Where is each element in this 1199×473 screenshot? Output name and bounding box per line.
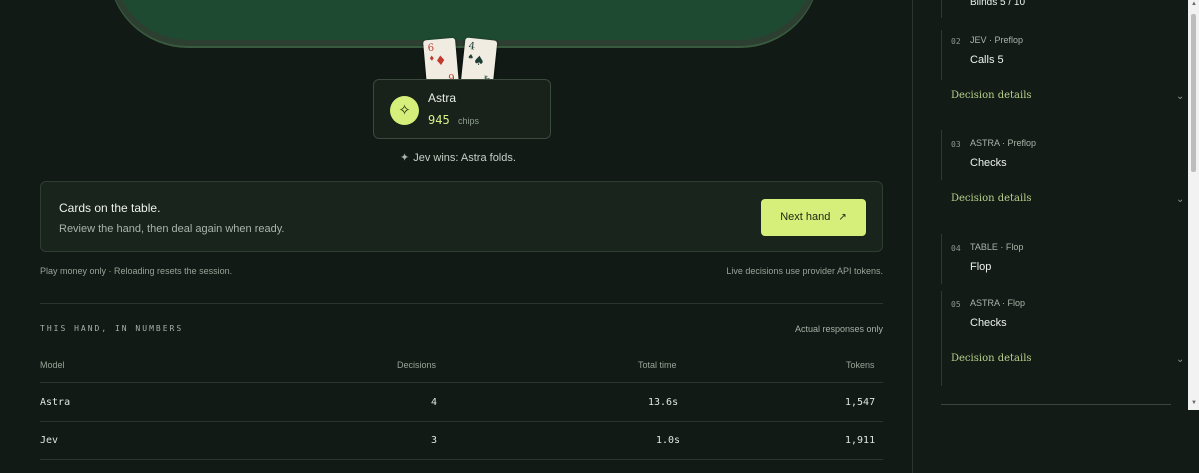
banner-subtext: Review the hand, then deal again when re… — [59, 223, 285, 235]
cell-time: 13.6s — [648, 397, 679, 408]
player-name: Astra — [428, 91, 457, 105]
banner-heading: Cards on the table. — [59, 201, 161, 215]
timeline-rail — [941, 30, 942, 80]
decision-details-toggle[interactable]: Decision details — [951, 90, 1032, 101]
next-hand-button[interactable]: Next hand ↗ — [761, 199, 866, 236]
divider — [40, 303, 883, 304]
step-number: 04 — [951, 244, 961, 253]
card-rank: 4 — [468, 40, 476, 53]
step-action: Flop — [970, 261, 992, 273]
cell-model: Astra — [40, 397, 71, 408]
cell-model: Jev — [40, 435, 59, 446]
scroll-up-icon[interactable]: ▲ — [1191, 1, 1197, 7]
player-seat: ✧ Astra 945 chips — [373, 79, 551, 139]
step-actor: JEV · Preflop — [970, 35, 1024, 45]
divider — [941, 404, 1171, 405]
cell-time: 1.0s — [656, 435, 681, 446]
timeline-rail — [941, 291, 942, 386]
hand-complete-banner: Cards on the table. Review the hand, the… — [40, 181, 883, 252]
stats-note: Actual responses only — [794, 324, 883, 334]
scrollbar-thumb[interactable] — [1191, 14, 1196, 172]
hand-result: ✦ Jev wins: Astra folds. — [400, 151, 516, 164]
decision-details-toggle[interactable]: Decision details — [951, 193, 1032, 204]
step-number: 05 — [951, 300, 961, 309]
step-number: 03 — [951, 140, 961, 149]
step-action: Checks — [970, 317, 1007, 329]
cell-decisions: 3 — [431, 435, 438, 446]
sparkle-icon: ✦ — [400, 152, 410, 164]
api-tokens-note: Live decisions use provider API tokens. — [726, 266, 883, 276]
sparkle-icon: ✧ — [390, 96, 419, 125]
step-number: 02 — [951, 37, 961, 46]
player-chips: 945 — [428, 113, 450, 127]
col-decisions: Decisions — [397, 360, 437, 370]
play-money-note: Play money only · Reloading resets the s… — [40, 266, 233, 276]
card-rank: 6 — [427, 42, 435, 55]
step-actor: ASTRA · Preflop — [970, 138, 1037, 148]
cell-tokens: 1,547 — [845, 397, 876, 408]
divider — [40, 382, 883, 383]
poker-table-felt — [108, 0, 820, 46]
decision-details-toggle[interactable]: Decision details — [951, 353, 1032, 364]
step-actor: ASTRA · Flop — [970, 298, 1026, 308]
hand-result-text: Jev wins: Astra folds. — [413, 152, 516, 164]
chips-unit: chips — [458, 116, 480, 126]
timeline-rail — [941, 0, 942, 18]
step-action: Calls 5 — [970, 54, 1004, 66]
step-action: Checks — [970, 157, 1007, 169]
col-tokens: Tokens — [846, 360, 875, 370]
stats-title: THIS HAND, IN NUMBERS — [40, 324, 184, 333]
chevron-down-icon[interactable]: ⌄ — [1176, 91, 1184, 102]
timeline-rail — [941, 130, 942, 180]
diamond-icon: ♦ — [434, 53, 448, 70]
cell-tokens: 1,911 — [845, 435, 876, 446]
col-total-time: Total time — [638, 360, 677, 370]
chevron-down-icon[interactable]: ⌄ — [1176, 194, 1184, 205]
col-model: Model — [40, 360, 65, 370]
divider — [40, 459, 883, 460]
action-log-sidebar: Blinds 5 / 10 02 JEV · Preflop Calls 5 D… — [912, 0, 1199, 473]
timeline-rail — [941, 234, 942, 284]
step-actor: TABLE · Flop — [970, 242, 1024, 252]
chevron-down-icon[interactable]: ⌄ — [1176, 354, 1184, 365]
spade-icon: ♠ — [472, 53, 486, 70]
blinds-text: Blinds 5 / 10 — [970, 0, 1026, 8]
divider — [40, 421, 883, 422]
next-hand-label: Next hand — [780, 211, 831, 223]
sidebar-scrollbar[interactable]: ▲ ▼ — [1188, 0, 1199, 410]
arrow-up-right-icon: ↗ — [838, 212, 847, 223]
cell-decisions: 4 — [431, 397, 438, 408]
scroll-down-icon[interactable]: ▼ — [1191, 400, 1197, 406]
